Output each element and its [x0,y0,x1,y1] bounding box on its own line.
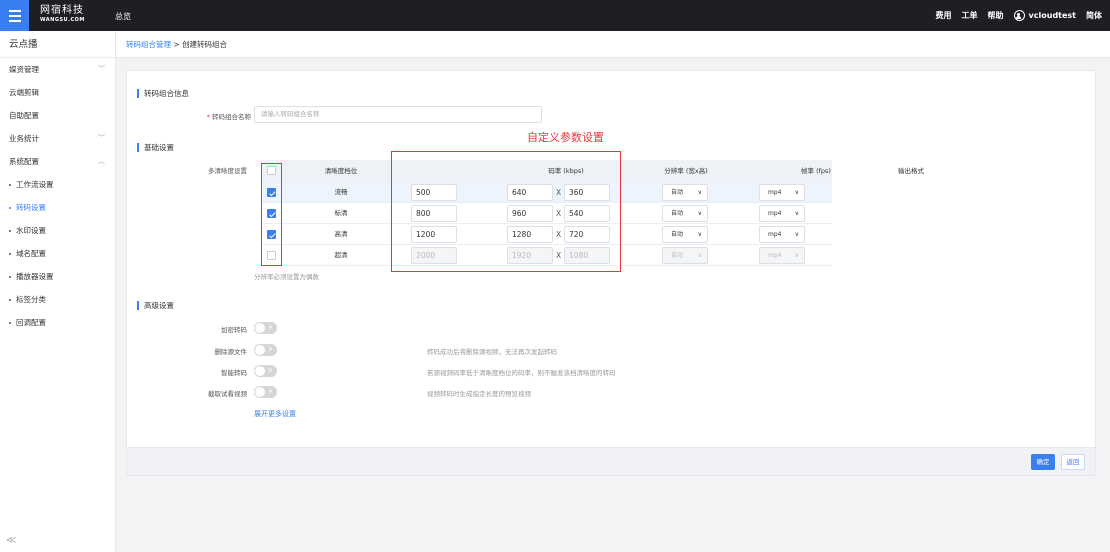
smart-transcode-desc: 若源视频码率低于清晰度档位的码率，则不触发该档清晰度的转码 [427,369,616,377]
chevron-down-icon: ∨ [697,210,702,217]
main-panel: 转码组合信息 * 转码组合名称 请输入转码组合名称 基础设置 多清晰度设置 清晰度… [126,70,1096,476]
sidebar-title: 云点播 [0,31,115,58]
preview-clip-toggle[interactable]: ✕ [254,386,277,398]
chevron-down-icon: ∨ [794,252,799,259]
fps-select[interactable]: 自动 ∨ [662,247,708,264]
sidebar-sub-player[interactable]: 播放器设置 [0,265,115,288]
nav-ticket-link[interactable]: 工单 [962,10,978,21]
chevron-down-icon: ∨ [697,252,702,259]
custom-params-annotation: 自定义参数设置 [527,131,604,144]
combo-name-input[interactable]: 请输入转码组合名称 [254,106,542,123]
encrypt-toggle[interactable]: ✕ [254,322,277,334]
format-select[interactable]: mp4 ∨ [759,184,805,201]
sidebar-item-cloud-edit[interactable]: 云端剪辑 [0,81,115,104]
preview-clip-desc: 视频转码时生成指定长度的预览视频 [427,390,531,398]
sidebar-sub-workflow[interactable]: 工作流设置 [0,173,115,196]
format-select[interactable]: mp4 ∨ [759,226,805,243]
sidebar: 云点播 媒资管理 ﹀ 云端剪辑 自助配置 业务统计 ﹀ 系统配置 ︿ 工作流设置 转码… [0,31,116,552]
row-level: 标清 [334,209,348,217]
resolution-note: 分辨率必须设置为偶数 [254,273,319,281]
language-switch[interactable]: 简体 [1086,10,1102,21]
chevron-down-icon: ∨ [794,189,799,196]
chevron-down-icon: ∨ [794,231,799,238]
user-menu[interactable]: vcloudtest [1013,10,1076,21]
top-right-menu: 费用 工单 帮助 vcloudtest 简体 [936,0,1102,31]
preview-clip-label: 截取试看视频 [208,390,247,398]
nav-billing-link[interactable]: 费用 [936,10,952,21]
sidebar-item-media[interactable]: 媒资管理 ﹀ [0,58,115,81]
chevron-up-icon: ︿ [98,157,105,165]
hamburger-menu-icon[interactable] [0,0,29,31]
name-label: * 转码组合名称 [206,113,251,121]
sidebar-sub-transcode[interactable]: 转码设置 [0,196,115,219]
fps-select[interactable]: 自动 ∨ [662,205,708,222]
encrypt-label: 加密转码 [221,326,247,334]
sidebar-sub-watermark[interactable]: 水印设置 [0,219,115,242]
multi-definition-label: 多清晰度设置 [208,167,247,175]
delete-source-label: 删除源文件 [214,348,248,356]
chevron-down-icon: ∨ [697,231,702,238]
nav-help-link[interactable]: 帮助 [988,10,1004,21]
fps-select[interactable]: 自动 ∨ [662,226,708,243]
username: vcloudtest [1028,11,1076,20]
chevron-down-icon: ∨ [697,189,702,196]
chevron-down-icon: ∨ [794,210,799,217]
nav-overview-link[interactable]: 总览 [115,11,131,22]
breadcrumb: 转码组合管理 > 创建转码组合 [116,31,1110,58]
header-fps: 帧率 (fps) [801,167,831,175]
sidebar-sub-callback[interactable]: 回调配置 [0,311,115,334]
delete-source-desc: 转码成功后将删除源视频，无法再次发起转码 [427,348,557,356]
delete-source-toggle[interactable]: ✕ [254,344,277,356]
header-format: 输出格式 [898,167,924,175]
row-level: 超清 [334,251,348,259]
breadcrumb-parent-link[interactable]: 转码组合管理 [126,40,171,49]
company-logo[interactable]: 网宿科技 WANGSU.COM [40,6,85,23]
confirm-button[interactable]: 确定 [1031,454,1055,470]
smart-transcode-toggle[interactable]: ✕ [254,365,277,377]
fps-select[interactable]: 自动 ∨ [662,184,708,201]
section-info-title: 转码组合信息 [137,89,189,98]
back-button[interactable]: 返回 [1061,454,1085,470]
footer-bar: 确定 返回 [127,447,1095,475]
section-advanced-title: 高级设置 [137,301,174,310]
smart-transcode-label: 智能转码 [221,369,247,377]
header-level: 清晰度档位 [324,167,358,175]
row-level: 高清 [334,230,348,238]
format-select[interactable]: mp4 ∨ [759,205,805,222]
header-resolution: 分辨率 (宽x高) [664,167,708,175]
breadcrumb-current: 创建转码组合 [182,40,228,49]
sidebar-sub-domain[interactable]: 域名配置 [0,242,115,265]
sidebar-sub-tags[interactable]: 标签分类 [0,288,115,311]
expand-more-settings-link[interactable]: 展开更多设置 [254,409,296,419]
sidebar-item-statistics[interactable]: 业务统计 ﹀ [0,127,115,150]
checkbox-highlight-box [261,163,282,266]
collapse-sidebar-icon[interactable]: ≪ [6,535,16,546]
user-avatar-icon [1013,10,1025,21]
format-select[interactable]: mp4 ∨ [759,247,805,264]
top-navigation-bar: 网宿科技 WANGSU.COM 总览 费用 工单 帮助 vcloudtest 简… [0,0,1110,31]
chevron-down-icon: ﹀ [98,65,105,73]
custom-params-highlight-box [391,151,621,272]
sidebar-item-system-config[interactable]: 系统配置 ︿ [0,150,115,173]
row-level: 流畅 [334,188,348,196]
sidebar-item-self-config[interactable]: 自助配置 [0,104,115,127]
chevron-down-icon: ﹀ [98,134,105,142]
section-basic-title: 基础设置 [137,143,174,152]
